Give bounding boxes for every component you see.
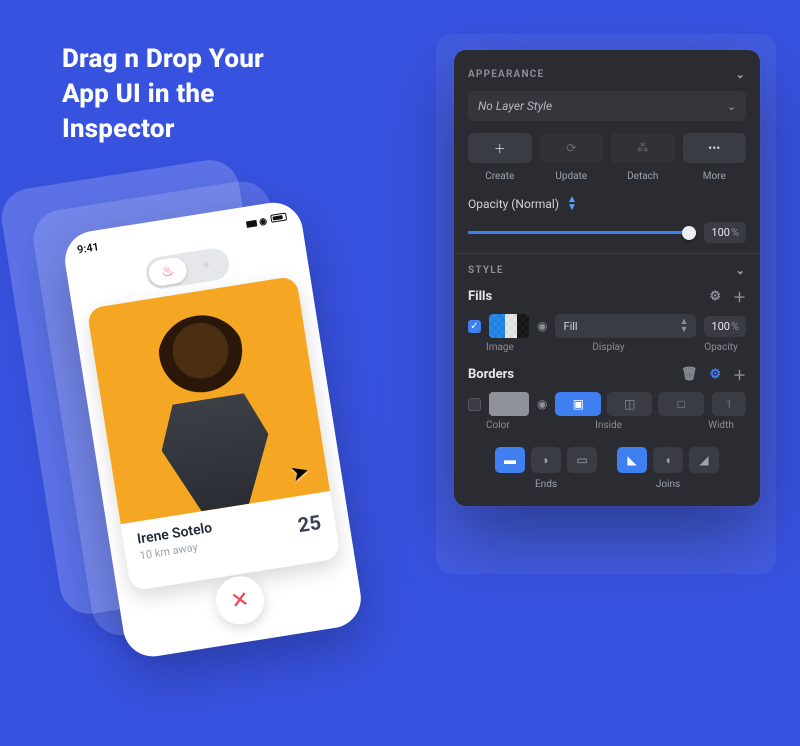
border-enabled-checkbox[interactable]: ✓ (468, 398, 481, 411)
border-position-label: Inside (529, 420, 688, 431)
borders-header: Borders 🗑 ⚙ ＋ (468, 365, 746, 384)
cursor-icon: ➤ (287, 458, 312, 487)
appearance-title: APPEARANCE (468, 69, 544, 80)
border-position-select: ▣ ◫ □ (555, 392, 704, 416)
fills-header: Fills ⚙ ＋ (468, 287, 746, 306)
more-icon: ••• (708, 141, 720, 155)
fill-row: ✓ ◉ Fill ▲▼ 100% (468, 314, 746, 338)
mode-toggle[interactable]: ♨ ✦ (144, 246, 232, 291)
profile-age: 25 (296, 510, 322, 537)
border-position-outside[interactable]: □ (658, 392, 704, 416)
opacity-stepper[interactable]: ▲▼ (567, 196, 577, 212)
border-width-value: 1 (726, 398, 732, 411)
close-icon: ✕ (229, 587, 251, 615)
border-width-label: Width (696, 420, 746, 431)
style-section-header[interactable]: STYLE ⌄ (468, 264, 746, 277)
headline-line-2: App UI in the (62, 77, 264, 112)
borders-title: Borders (468, 367, 514, 382)
visibility-icon[interactable]: ◉ (537, 397, 547, 411)
unlink-icon: ⁂ (637, 141, 649, 155)
detach-label: Detach (611, 171, 675, 182)
add-fill-button[interactable]: ＋ (733, 287, 746, 306)
signal-icon (245, 215, 257, 229)
border-color-swatch[interactable] (489, 392, 529, 416)
headline-line-1: Drag n Drop Your (62, 42, 264, 77)
fill-opacity-box[interactable]: 100% (704, 316, 746, 337)
end-butt[interactable]: ▬ (495, 447, 525, 473)
slider-fill (468, 231, 696, 234)
joins-group: ◣ ◖ ◢ Joins (617, 447, 719, 490)
end-square[interactable]: ▭ (567, 447, 597, 473)
opacity-label: Opacity (Normal) (468, 197, 559, 211)
opacity-value-box[interactable]: 100% (704, 222, 746, 243)
headline: Drag n Drop Your App UI in the Inspector (62, 42, 264, 147)
slider-thumb[interactable] (682, 226, 696, 240)
phone-stack: 9:41 ♨ ✦ ➤ Irene Sotelo 10 km away (0, 140, 421, 746)
update-label: Update (540, 171, 604, 182)
headline-line-3: Inspector (62, 112, 264, 147)
ends-label: Ends (535, 479, 557, 490)
detach-button[interactable]: ⁂ (611, 133, 675, 163)
add-border-button[interactable]: ＋ (733, 365, 746, 384)
fill-opacity-label: Opacity (696, 342, 746, 353)
plus-icon: ＋ (494, 140, 506, 157)
gear-icon[interactable]: ⚙ (709, 289, 721, 304)
divider (454, 253, 760, 254)
updown-icon: ▲▼ (679, 318, 688, 334)
more-button[interactable]: ••• (683, 133, 747, 163)
fills-title: Fills (468, 289, 492, 304)
layer-style-value: No Layer Style (478, 99, 552, 113)
visibility-icon[interactable]: ◉ (537, 319, 547, 333)
opacity-slider[interactable] (468, 224, 696, 242)
border-row: ✓ ◉ ▣ ◫ □ 1 (468, 392, 746, 416)
update-button[interactable]: ⟳ (540, 133, 604, 163)
status-time: 9:41 (76, 240, 100, 256)
battery-icon (270, 212, 287, 222)
mode-toggle-active[interactable]: ♨ (147, 256, 189, 288)
join-bevel[interactable]: ◢ (689, 447, 719, 473)
sparkle-icon: ✦ (200, 258, 212, 273)
status-indicators (245, 210, 288, 229)
appearance-section-header[interactable]: APPEARANCE ⌄ (468, 68, 746, 81)
create-label: Create (468, 171, 532, 182)
chevron-down-icon: ⌄ (727, 100, 736, 113)
end-round[interactable]: ◗ (531, 447, 561, 473)
border-position-inside[interactable]: ▣ (555, 392, 601, 416)
fill-display-value: Fill (563, 320, 577, 333)
border-width-input[interactable]: 1 (712, 392, 746, 416)
fill-display-label: Display (529, 342, 688, 353)
border-position-center[interactable]: ◫ (607, 392, 653, 416)
create-button[interactable]: ＋ (468, 133, 532, 163)
more-label: More (683, 171, 747, 182)
trash-icon[interactable]: 🗑 (681, 367, 698, 382)
join-round[interactable]: ◖ (653, 447, 683, 473)
chevron-down-icon: ⌄ (736, 68, 746, 81)
joins-label: Joins (656, 479, 680, 490)
mode-toggle-inactive[interactable]: ✦ (185, 256, 227, 276)
gear-icon[interactable]: ⚙ (709, 367, 721, 382)
reject-button[interactable]: ✕ (213, 573, 268, 628)
wifi-icon (258, 213, 268, 227)
fill-image-label: Image (468, 342, 521, 353)
percent-icon: % (731, 226, 739, 239)
fill-swatch[interactable] (489, 314, 529, 338)
style-title: STYLE (468, 265, 504, 276)
inspector-panel: APPEARANCE ⌄ No Layer Style ⌄ ＋ ⟳ ⁂ ••• … (454, 50, 760, 506)
layer-style-select[interactable]: No Layer Style ⌄ (468, 91, 746, 121)
refresh-icon: ⟳ (566, 141, 576, 155)
percent-icon: % (731, 320, 739, 333)
opacity-control: Opacity (Normal) ▲▼ (468, 196, 746, 212)
chevron-down-icon: ⌄ (736, 264, 746, 277)
fill-display-select[interactable]: Fill ▲▼ (555, 314, 696, 338)
fill-enabled-checkbox[interactable]: ✓ (468, 320, 481, 333)
opacity-value: 100 (711, 226, 730, 239)
profile-photo: ➤ (87, 276, 330, 524)
ends-joins-row: ▬ ◗ ▭ Ends ◣ ◖ ◢ Joins (468, 447, 746, 490)
fill-opacity-value: 100 (711, 320, 730, 333)
profile-card[interactable]: ➤ Irene Sotelo 10 km away 25 (87, 276, 341, 592)
flame-icon: ♨ (160, 263, 175, 281)
border-color-label: Color (468, 420, 521, 431)
join-miter[interactable]: ◣ (617, 447, 647, 473)
ends-group: ▬ ◗ ▭ Ends (495, 447, 597, 490)
